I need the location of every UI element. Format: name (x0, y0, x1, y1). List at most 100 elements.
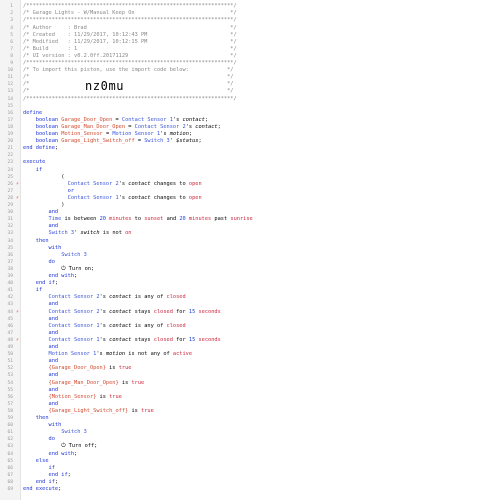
code-line[interactable]: 17 boolean Garage_Door_Open = Contact Se… (0, 117, 494, 124)
code-text: and (23, 387, 59, 394)
code-line[interactable]: 37 do (0, 259, 494, 266)
code-line[interactable]: 33 Switch 3' switch is not on (0, 230, 494, 237)
code-line[interactable]: 64 end with; (0, 451, 494, 458)
line-number: 43 (7, 302, 13, 308)
code-token: sunrise (230, 216, 253, 223)
code-line[interactable]: 24 if (0, 167, 494, 174)
code-token: and (163, 216, 180, 223)
code-token: and (48, 372, 59, 379)
code-line[interactable]: 20 boolean Garage_Light_Switch_off = Swi… (0, 138, 494, 145)
code-token: on (125, 230, 132, 237)
code-line[interactable]: 2 /* Garage Lights - W/Manual Keep On */ (0, 10, 494, 17)
code-line[interactable]: 26 ⚡ Contact Sensor 2's contact changes t… (0, 181, 494, 188)
code-line[interactable]: 67 end if; (0, 472, 494, 479)
code-line[interactable]: 19 boolean Motion_Sensor = Motion Sensor… (0, 131, 494, 138)
code-line[interactable]: 35 with (0, 245, 494, 252)
code-line[interactable]: 1 /**************************************… (0, 3, 494, 10)
line-number: 13 (7, 89, 13, 95)
code-token: end execute (23, 486, 59, 492)
line-number: 8 (10, 53, 13, 59)
code-line[interactable]: 5 /* Created : 11/29/2017, 10:12:43 PM */ (0, 32, 494, 39)
code-editor[interactable]: 1 /**************************************… (0, 0, 494, 500)
code-token: Contact Sensor 2 (48, 294, 100, 301)
code-line[interactable]: 13 /* */ (0, 88, 494, 95)
code-line[interactable]: 59 then (0, 415, 494, 422)
code-line[interactable]: 7 /* Build : 1 */ (0, 46, 494, 53)
code-line[interactable]: 43 and (0, 301, 494, 308)
code-line[interactable]: 11 /* */ (0, 74, 494, 81)
code-line[interactable]: 30 and (0, 209, 494, 216)
code-line[interactable]: 54 {Garage_Man_Door_Open} is true (0, 380, 494, 387)
code-token: seconds (195, 308, 221, 315)
code-line[interactable]: 8 /* UI version : v0.2.0ff.20171129 */ (0, 53, 494, 60)
code-line[interactable]: 22 (0, 152, 494, 159)
code-token: = (125, 123, 135, 130)
code-line[interactable]: 23 execute (0, 159, 494, 166)
code-line[interactable]: 58 {Garage_Light_Switch_off} is true (0, 408, 494, 415)
code-line[interactable]: 27 or (0, 188, 494, 195)
code-token: {Garage_Man_Door_Open} (48, 379, 119, 386)
code-line[interactable]: 46 Contact Sensor 1's contact is any of … (0, 323, 494, 330)
code-token: Contact Sensor 2 (48, 308, 100, 315)
code-token: or (67, 187, 75, 194)
code-line[interactable]: 61 Switch 3 (0, 429, 494, 436)
code-line[interactable]: 69 end execute; (0, 486, 494, 493)
code-line[interactable]: 10 /* To import this piston, use the impo… (0, 67, 494, 74)
code-line[interactable]: 12 /* */ (0, 81, 494, 88)
code-token: /***************************************… (23, 17, 237, 24)
code-line[interactable]: 18 boolean Garage_Man_Door_Open = Contac… (0, 124, 494, 131)
line-number: 23 (7, 160, 13, 166)
code-token: and (48, 209, 59, 216)
code-token: ; (188, 131, 193, 137)
code-line[interactable]: 38 ⏻ Turn on; (0, 266, 494, 273)
code-line[interactable]: 68 end if; (0, 479, 494, 486)
code-line[interactable]: 52 {Garage_Door_Open} is true (0, 365, 494, 372)
code-text: end if; (23, 280, 58, 287)
code-line[interactable]: 29 ) (0, 202, 494, 209)
code-line[interactable]: 50 Motion Sensor 1's motion is not any o… (0, 351, 494, 358)
code-line[interactable]: 14 /*************************************… (0, 96, 494, 103)
code-token: 's (99, 294, 110, 301)
code-line[interactable]: 25 ( (0, 174, 494, 181)
code-line[interactable]: 28 ⚡ Contact Sensor 1's contact changes t… (0, 195, 494, 202)
code-token: and (48, 315, 59, 322)
code-line[interactable]: 48 ⚡ Contact Sensor 1's contact stays clo… (0, 337, 494, 344)
code-line[interactable]: 4 /* Author : Brad */ (0, 25, 494, 32)
code-line[interactable]: 31 Time is between 20 minutes to sunset … (0, 216, 494, 223)
code-line[interactable]: 55 and (0, 387, 494, 394)
code-line[interactable]: 51 and (0, 358, 494, 365)
code-line[interactable]: 66 if (0, 465, 494, 472)
code-line[interactable]: 60 with (0, 422, 494, 429)
code-line[interactable]: 53 and (0, 372, 494, 379)
code-line[interactable]: 6 /* Modified : 11/29/2017, 10:12:15 PM *… (0, 39, 494, 46)
code-line[interactable]: 45 and (0, 316, 494, 323)
line-number: 59 (7, 416, 13, 421)
code-line[interactable]: 40 end if; (0, 280, 494, 287)
code-line[interactable]: 57 and (0, 401, 494, 408)
code-line[interactable]: 42 Contact Sensor 2's contact is any of … (0, 294, 494, 301)
code-line[interactable]: 15 (0, 103, 494, 110)
line-number: 6 (10, 39, 13, 45)
code-line[interactable]: 32 and (0, 223, 494, 230)
code-line[interactable]: 63 ⏻ Turn off; (0, 443, 494, 450)
code-line[interactable]: 39 end with; (0, 273, 494, 280)
code-line[interactable]: 16 define (0, 110, 494, 117)
code-line[interactable]: 49 and (0, 344, 494, 351)
code-text: Contact Sensor 1's contact is any of clo… (23, 323, 186, 330)
code-line[interactable]: 65 else (0, 458, 494, 465)
code-line[interactable]: 21 end define; (0, 145, 494, 152)
code-line[interactable]: 56 {Motion_Sensor} is true (0, 394, 494, 401)
code-line[interactable]: 9 /**************************************… (0, 60, 494, 67)
code-token: closed (166, 294, 186, 301)
code-line[interactable]: 36 Switch 3 (0, 252, 494, 259)
code-line[interactable]: 47 and (0, 330, 494, 337)
code-line[interactable]: 44 ⚡ Contact Sensor 2's contact stays clo… (0, 309, 494, 316)
code-line[interactable]: 3 /**************************************… (0, 17, 494, 24)
code-line[interactable]: 34 then (0, 238, 494, 245)
code-line[interactable]: 41 if (0, 287, 494, 294)
